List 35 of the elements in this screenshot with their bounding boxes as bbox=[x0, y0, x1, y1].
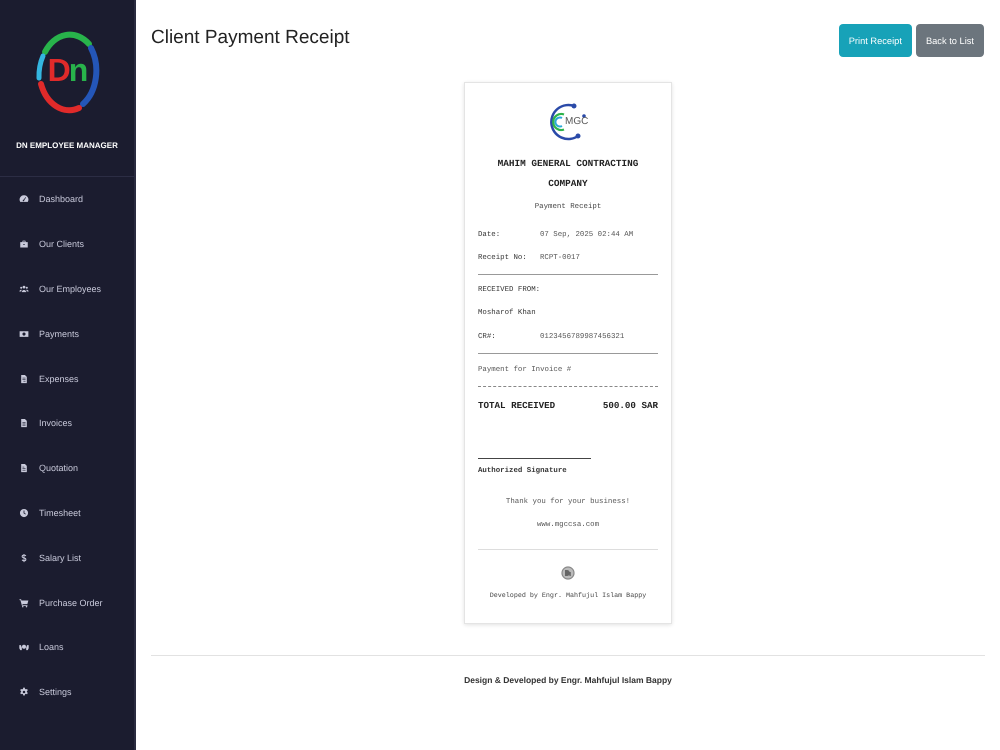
file-icon bbox=[19, 418, 29, 428]
total-amount: 500.00 SAR bbox=[602, 399, 658, 413]
sidebar-item[interactable]: Settings bbox=[0, 670, 134, 715]
money-bill-icon bbox=[19, 328, 29, 339]
logo-text: Dn bbox=[46, 52, 88, 88]
company-name: MAHIM GENERAL CONTRACTING COMPANY bbox=[496, 157, 640, 191]
tachometer-icon bbox=[19, 194, 29, 204]
sidebar-item[interactable]: Timesheet bbox=[0, 490, 134, 536]
sidebar-item[interactable]: Our Clients bbox=[0, 222, 134, 267]
settings-icon bbox=[19, 687, 29, 698]
briefcase-icon bbox=[19, 239, 29, 250]
clock-icon bbox=[19, 508, 29, 518]
logo-text: MGC bbox=[565, 116, 588, 128]
coin-hands-icon bbox=[19, 642, 29, 652]
cart-icon bbox=[19, 598, 29, 608]
back-button[interactable]: Back to List bbox=[916, 24, 984, 57]
dollar-icon bbox=[19, 552, 29, 563]
file-icon bbox=[19, 463, 29, 474]
sidebar-item[interactable]: Dashboard bbox=[0, 177, 134, 222]
users-icon bbox=[19, 284, 29, 294]
page-title: Client Payment Receipt bbox=[151, 26, 350, 50]
sidebar-item[interactable]: Purchase Order bbox=[0, 580, 134, 625]
brand-name: DN EMPLOYEE MANAGER bbox=[16, 140, 118, 152]
sidebar-item[interactable]: Quotation bbox=[0, 446, 134, 491]
logo-icon bbox=[561, 566, 575, 580]
total-label: TOTAL RECEIVED bbox=[478, 399, 556, 413]
sidebar-item[interactable]: Salary List bbox=[0, 535, 134, 580]
sidebar-item[interactable]: Payments bbox=[0, 311, 134, 356]
sidebar-item[interactable]: Expenses bbox=[0, 356, 134, 401]
logo-ring-icon bbox=[548, 102, 588, 142]
sidebar-item[interactable]: Our Employees bbox=[0, 266, 134, 312]
receipt-icon bbox=[19, 374, 29, 384]
sidebar-item[interactable]: Loans bbox=[0, 624, 134, 670]
footer-credit: Design & Developed by Engr. Mahfujul Islam Bappy bbox=[464, 674, 672, 686]
sidebar-item[interactable]: Invoices bbox=[0, 400, 134, 446]
